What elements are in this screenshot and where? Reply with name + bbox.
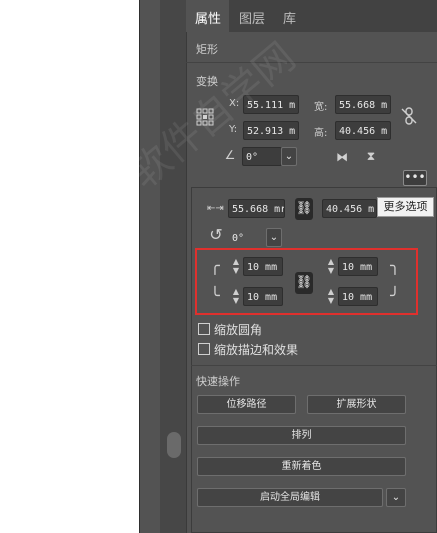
transform-section-title: 变换: [196, 75, 218, 88]
rotation-field[interactable]: 0°: [242, 147, 282, 166]
quick-actions-title: 快速操作: [196, 375, 240, 388]
tab-libraries[interactable]: 库: [283, 8, 296, 27]
global-edit-dropdown[interactable]: ⌄: [386, 488, 406, 507]
tab-layers[interactable]: 图层: [239, 8, 265, 27]
expand-shape-button[interactable]: 扩展形状: [307, 395, 406, 414]
flip-vertical-icon[interactable]: ⧗: [363, 150, 379, 162]
recolor-button[interactable]: 重新着色: [197, 457, 406, 476]
more-options-tooltip: 更多选项: [377, 197, 434, 217]
global-edit-button[interactable]: 启动全局编辑: [197, 488, 383, 507]
y-label: Y:: [229, 124, 238, 135]
rotate-icon: ↺: [209, 225, 223, 244]
more-options-button[interactable]: •••: [403, 170, 427, 186]
offset-path-button[interactable]: 位移路径: [197, 395, 296, 414]
angle-icon: ∠: [224, 148, 236, 162]
x-label: X:: [229, 98, 240, 109]
scale-corners-checkbox[interactable]: [198, 323, 210, 335]
height-field[interactable]: 40.456 m: [335, 121, 391, 140]
width-label: 宽:: [314, 102, 328, 113]
divider: [191, 365, 437, 366]
flyout-rotation-field[interactable]: 0°: [228, 228, 266, 247]
shape-type-title: 矩形: [196, 43, 218, 56]
scale-strokes-checkbox[interactable]: [198, 343, 210, 355]
scale-strokes-label: 缩放描边和效果: [214, 343, 299, 357]
flyout-rotation-dropdown[interactable]: ⌄: [266, 228, 282, 247]
rotation-dropdown[interactable]: ⌄: [281, 147, 297, 166]
flip-horizontal-icon[interactable]: ⧓: [334, 151, 350, 163]
reference-point-icon[interactable]: [196, 108, 214, 126]
flyout-width-field[interactable]: 55.668 mr: [228, 199, 285, 218]
constrain-proportions-icon[interactable]: [401, 107, 417, 125]
width-field[interactable]: 55.668 m: [335, 95, 391, 114]
scrollbar-thumb[interactable]: [167, 432, 181, 458]
arrange-button[interactable]: 排列: [197, 426, 406, 445]
artboard[interactable]: [0, 0, 140, 533]
y-position-field[interactable]: 52.913 m: [243, 121, 299, 140]
height-label: 高:: [314, 128, 328, 139]
tab-properties[interactable]: 属性: [195, 8, 221, 27]
highlight-box: [195, 248, 418, 315]
link-dimensions-icon[interactable]: ⛓: [295, 198, 313, 220]
flyout-height-field[interactable]: 40.456 m: [322, 199, 377, 218]
scale-corners-label: 缩放圆角: [214, 323, 263, 337]
x-position-field[interactable]: 55.111 m: [243, 95, 299, 114]
width-icon: ⇤⇥: [207, 203, 224, 214]
divider: [186, 62, 437, 63]
